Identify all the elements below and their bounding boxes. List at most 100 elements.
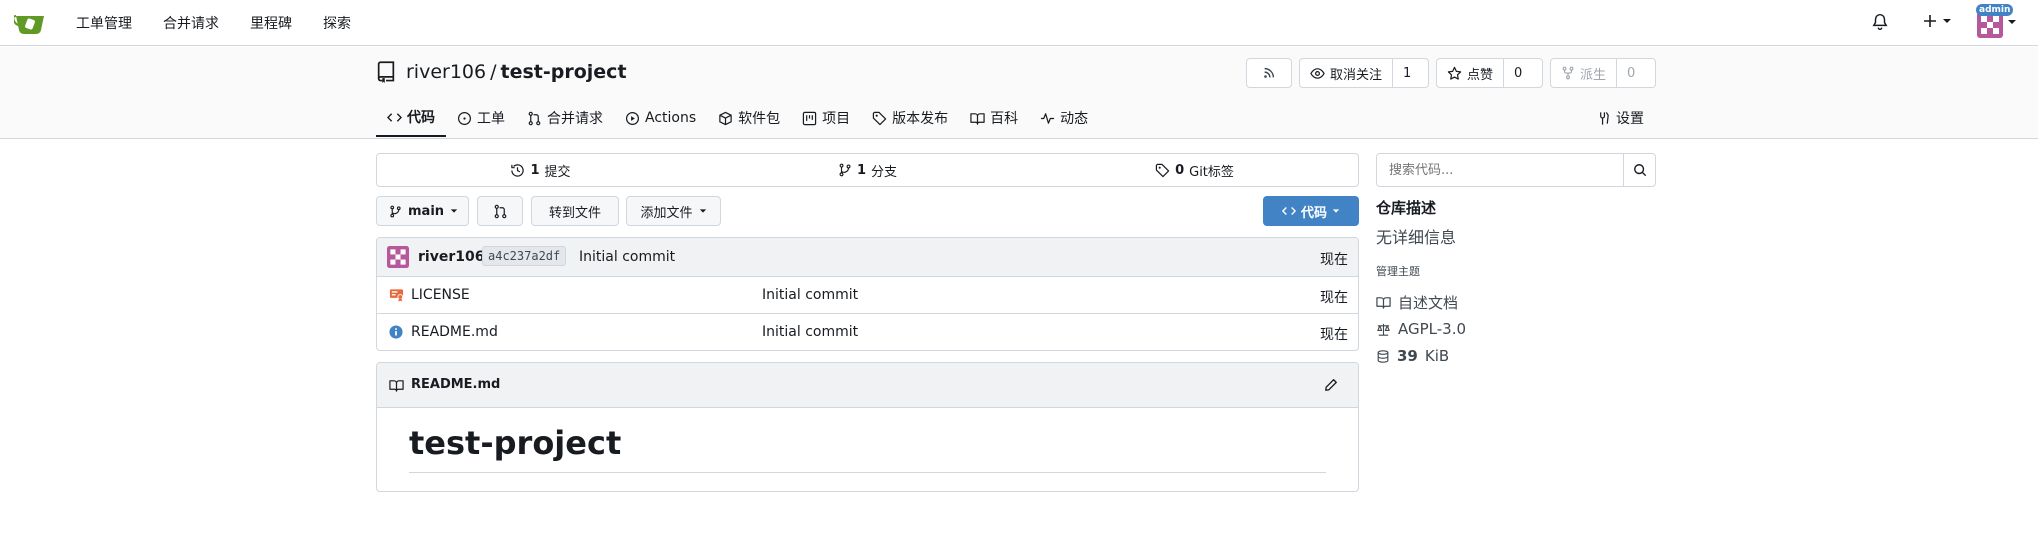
tab-activity[interactable]: 动态 bbox=[1029, 99, 1099, 137]
tab-pulls[interactable]: 合并请求 bbox=[516, 99, 614, 137]
latest-commit-bar: river106 a4c237a2df Initial commit 现在 bbox=[377, 238, 1358, 277]
license-icon bbox=[389, 288, 404, 302]
repo-icon bbox=[376, 61, 396, 83]
repo-name-link[interactable]: test-project bbox=[501, 61, 627, 83]
tab-releases[interactable]: 版本发布 bbox=[861, 99, 959, 137]
branch-icon bbox=[838, 163, 852, 177]
compare-button[interactable] bbox=[477, 196, 523, 226]
commits-count: 1 bbox=[530, 162, 540, 178]
branch-name: main bbox=[408, 203, 445, 219]
branches-label: 分支 bbox=[871, 164, 898, 180]
tab-label: 百科 bbox=[990, 111, 1019, 127]
caret-down-icon bbox=[2007, 17, 2017, 27]
bell-icon[interactable] bbox=[1871, 13, 1889, 31]
tab-label: 代码 bbox=[407, 110, 435, 126]
goto-file-button[interactable]: 转到文件 bbox=[531, 196, 619, 226]
code-icon bbox=[387, 110, 402, 125]
branch-selector[interactable]: main bbox=[376, 196, 469, 226]
nav-pulls[interactable]: 合并请求 bbox=[163, 13, 219, 33]
file-name[interactable]: LICENSE bbox=[411, 287, 470, 303]
star-count[interactable]: 0 bbox=[1503, 59, 1532, 87]
rss-button[interactable] bbox=[1246, 58, 1292, 88]
readme-header: README.md bbox=[377, 363, 1358, 408]
tab-issues[interactable]: 工单 bbox=[446, 99, 516, 137]
license-link[interactable]: AGPL-3.0 bbox=[1376, 320, 1466, 338]
file-commit-message[interactable]: Initial commit bbox=[762, 324, 858, 340]
file-row[interactable]: README.md Initial commit 现在 bbox=[377, 314, 1358, 350]
branches-stat[interactable]: 1 分支 bbox=[704, 154, 1031, 186]
clone-code-button[interactable]: 代码 bbox=[1263, 196, 1359, 226]
user-menu[interactable]: admin bbox=[1976, 4, 2017, 38]
readme-content: test-project bbox=[377, 408, 1358, 489]
pull-request-icon bbox=[493, 204, 508, 219]
tags-stat[interactable]: 0 Git标签 bbox=[1031, 154, 1358, 186]
tab-packages[interactable]: 软件包 bbox=[707, 99, 791, 137]
file-commit-message[interactable]: Initial commit bbox=[762, 287, 858, 303]
tag-icon bbox=[872, 111, 887, 126]
tools-icon bbox=[1596, 111, 1611, 126]
commits-stat[interactable]: 1 提交 bbox=[377, 154, 704, 186]
file-time: 现在 bbox=[1320, 290, 1348, 306]
watch-count[interactable]: 1 bbox=[1392, 59, 1421, 87]
size-value: 39 bbox=[1397, 347, 1418, 365]
rss-icon bbox=[1262, 66, 1276, 80]
tab-label: 设置 bbox=[1616, 111, 1644, 127]
tab-label: 工单 bbox=[477, 111, 505, 127]
code-button-label: 代码 bbox=[1300, 205, 1327, 221]
watch-label: 取消关注 bbox=[1330, 67, 1383, 83]
tab-settings[interactable]: 设置 bbox=[1596, 99, 1644, 137]
tab-label: 项目 bbox=[822, 111, 851, 127]
star-label: 点赞 bbox=[1467, 67, 1494, 83]
fork-count[interactable]: 0 bbox=[1616, 59, 1645, 87]
readme-filename[interactable]: README.md bbox=[411, 377, 500, 392]
gitea-logo-icon[interactable] bbox=[14, 10, 46, 36]
caret-down-icon bbox=[1942, 16, 1952, 26]
eye-icon bbox=[1310, 66, 1325, 81]
create-menu[interactable] bbox=[1922, 13, 1952, 29]
watch-button[interactable]: 取消关注 1 bbox=[1299, 58, 1429, 88]
caret-down-icon bbox=[1332, 207, 1340, 215]
repo-separator: / bbox=[490, 61, 497, 83]
fork-button[interactable]: 派生 0 bbox=[1550, 58, 1656, 88]
repo-stats-bar: 1 提交 1 分支 0 Git标签 bbox=[376, 153, 1359, 187]
tab-projects[interactable]: 项目 bbox=[791, 99, 861, 137]
pencil-icon[interactable] bbox=[1324, 378, 1338, 392]
tab-wiki[interactable]: 百科 bbox=[959, 99, 1029, 137]
file-name[interactable]: README.md bbox=[411, 324, 498, 340]
file-time: 现在 bbox=[1320, 327, 1348, 343]
readme-link[interactable]: 自述文档 bbox=[1376, 292, 1458, 313]
search-button[interactable] bbox=[1623, 154, 1655, 186]
commit-message[interactable]: Initial commit bbox=[579, 249, 675, 265]
tags-count: 0 bbox=[1175, 162, 1185, 178]
file-list: river106 a4c237a2df Initial commit 现在 LI… bbox=[376, 237, 1359, 351]
nav-issues[interactable]: 工单管理 bbox=[76, 13, 132, 33]
branch-icon bbox=[389, 205, 402, 218]
commit-author-avatar[interactable] bbox=[387, 246, 409, 268]
history-icon bbox=[510, 163, 525, 178]
tags-label: Git标签 bbox=[1189, 164, 1234, 180]
pulse-icon bbox=[1040, 111, 1055, 126]
tab-label: 动态 bbox=[1060, 111, 1089, 127]
repo-description: 无详细信息 bbox=[1376, 228, 1457, 247]
project-icon bbox=[802, 111, 817, 126]
file-row[interactable]: LICENSE Initial commit 现在 bbox=[377, 277, 1358, 314]
commits-label: 提交 bbox=[544, 164, 571, 180]
nav-explore[interactable]: 探索 bbox=[323, 13, 351, 33]
repo-title: river106 / test-project bbox=[376, 61, 627, 83]
size-unit: KiB bbox=[1424, 347, 1450, 365]
nav-milestones[interactable]: 里程碑 bbox=[250, 13, 292, 33]
commit-author[interactable]: river106 bbox=[418, 249, 484, 265]
search-input[interactable] bbox=[1377, 154, 1623, 186]
book-icon bbox=[970, 111, 985, 126]
readme-heading: test-project bbox=[409, 424, 1326, 473]
readme-link-label: 自述文档 bbox=[1398, 294, 1459, 312]
tab-actions[interactable]: Actions bbox=[614, 99, 707, 137]
star-button[interactable]: 点赞 0 bbox=[1436, 58, 1543, 88]
book-icon bbox=[1376, 295, 1391, 310]
fork-label: 派生 bbox=[1580, 67, 1607, 83]
manage-topics-link[interactable]: 管理主题 bbox=[1376, 263, 1420, 279]
commit-sha[interactable]: a4c237a2df bbox=[482, 246, 567, 266]
add-file-button[interactable]: 添加文件 bbox=[626, 196, 721, 226]
tab-code[interactable]: 代码 bbox=[376, 99, 446, 137]
repo-owner-link[interactable]: river106 bbox=[406, 61, 486, 83]
